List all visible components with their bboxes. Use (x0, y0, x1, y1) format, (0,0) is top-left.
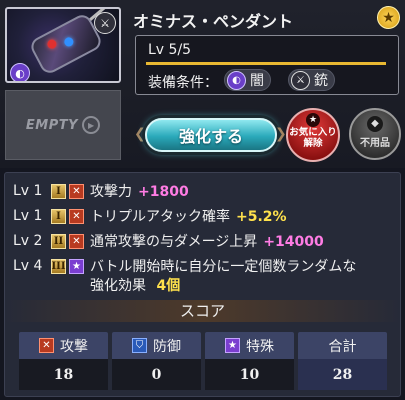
score-defense-label: 防御 (153, 338, 181, 355)
special-icon: ★ (225, 338, 240, 353)
play-icon: ▶ (82, 116, 101, 134)
level-bar (146, 62, 386, 65)
score-defense-head: ⛉ 防御 (112, 332, 201, 359)
score-special-value: 10 (205, 359, 294, 390)
score-attack-head: ✕ 攻撃 (19, 332, 108, 359)
equip-condition-label: 装備条件： (148, 75, 218, 91)
skill-text: トリプルアタック確率 (90, 209, 230, 225)
gun-icon: ⚔ (291, 70, 310, 90)
star-icon[interactable]: ★ (377, 6, 400, 29)
score-total: 合計 28 (298, 332, 387, 392)
skill-text-line2: 強化効果 (90, 278, 146, 294)
unused-icon: ◆ (367, 116, 383, 132)
score-total-head: 合計 (298, 332, 387, 359)
attack-icon: ✕ (69, 234, 84, 249)
favorite-release-line1: お気に入り (289, 127, 337, 138)
skill-value: 4個 (156, 278, 181, 294)
skill-text-block: バトル開始時に自分に一定個数ランダムな 強化効果 4個 (90, 258, 356, 296)
ornament-left: ❮ (134, 126, 146, 142)
level-bar-fill (146, 62, 386, 65)
dark-element-icon: ◐ (10, 63, 30, 81)
empty-slot[interactable]: EMPTY ▶ (5, 90, 121, 160)
enhance-button[interactable]: 強化する (145, 118, 277, 152)
item-info-box: Lv 5/5 装備条件： ◐ 闇 ⚔ 銃 (135, 35, 399, 95)
score-special-label: 特殊 (246, 338, 274, 355)
skill-row: Lv 4 III ★ バトル開始時に自分に一定個数ランダムな 強化効果 4個 (13, 258, 356, 296)
score-attack-label: 攻撃 (60, 338, 88, 355)
favorite-release-line2: 解除 (303, 138, 323, 149)
score-total-value: 28 (298, 359, 387, 390)
score-total-label: 合計 (328, 338, 357, 355)
skill-text: 攻撃力 (90, 184, 132, 200)
skill-level: Lv 2 (13, 233, 43, 249)
score-attack-value: 18 (19, 359, 108, 390)
defense-icon: ⛉ (132, 338, 147, 353)
score-attack: ✕ 攻撃 18 (19, 332, 108, 392)
score-defense-value: 0 (112, 359, 201, 390)
ornament-right: ❯ (275, 126, 287, 142)
score-special-head: ★ 特殊 (205, 332, 294, 359)
skill-value: +5.2% (236, 209, 287, 225)
skill-row: Lv 1 I ✕ 攻撃力 +1800 (13, 183, 189, 201)
attack-icon: ✕ (69, 209, 84, 224)
condition-dark-label: 闇 (250, 73, 264, 89)
skill-value: +1800 (138, 184, 189, 200)
skill-row: Lv 2 II ✕ 通常攻撃の与ダメージ上昇 +14000 (13, 233, 324, 251)
item-thumbnail[interactable]: ⚔ ◐ (5, 7, 121, 83)
dark-element-icon: ◐ (227, 70, 246, 90)
skill-level: Lv 4 (13, 258, 43, 274)
red-gem (45, 38, 58, 51)
skill-value: +14000 (263, 234, 324, 250)
empty-label: EMPTY (25, 117, 79, 133)
skill-level: Lv 1 (13, 183, 43, 199)
favorite-release-button[interactable]: ★ お気に入り 解除 (286, 108, 340, 162)
gun-icon: ⚔ (94, 12, 116, 34)
unused-button[interactable]: ◆ 不用品 (349, 108, 401, 160)
level-text: Lv 5/5 (148, 42, 192, 58)
score-special: ★ 特殊 10 (205, 332, 294, 392)
special-icon: ★ (69, 259, 84, 274)
condition-dark: ◐ 闇 (224, 69, 271, 91)
unused-label: 不用品 (360, 138, 390, 149)
skill-text: 通常攻撃の与ダメージ上昇 (90, 234, 258, 250)
item-name: オミナス・ペンダント (133, 12, 294, 31)
blue-gem (62, 35, 75, 49)
pendant-image (27, 11, 105, 77)
rank-icon: II (51, 234, 66, 249)
score-defense: ⛉ 防御 0 (112, 332, 201, 392)
star-icon: ★ (306, 113, 320, 127)
skill-row: Lv 1 I ✕ トリプルアタック確率 +5.2% (13, 208, 287, 226)
condition-gun-label: 銃 (314, 73, 328, 89)
rank-icon: I (51, 209, 66, 224)
rank-icon: III (51, 259, 66, 274)
score-title: スコア (4, 300, 401, 322)
attack-icon: ✕ (39, 338, 54, 353)
attack-icon: ✕ (69, 184, 84, 199)
skill-level: Lv 1 (13, 208, 43, 224)
rank-icon: I (51, 184, 66, 199)
condition-gun: ⚔ 銃 (288, 69, 335, 91)
skill-text-line1: バトル開始時に自分に一定個数ランダムな (90, 259, 357, 275)
